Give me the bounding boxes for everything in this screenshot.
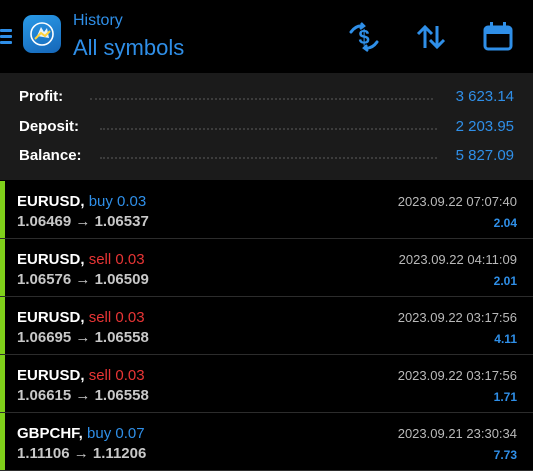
app-logo-mark-icon <box>30 22 54 46</box>
sort-button[interactable] <box>413 20 449 54</box>
trade-prices: 1.06695 → 1.06558 <box>17 329 149 346</box>
summary-value: 5 827.09 <box>455 147 514 164</box>
svg-text:$: $ <box>358 27 369 49</box>
trade-direction: sell <box>88 367 112 384</box>
trade-header: GBPCHF, buy 0.07 <box>17 425 145 442</box>
summary-row-profit: Profit: 3 623.14 <box>0 85 533 109</box>
trade-symbol: EURUSD, <box>17 193 85 210</box>
trade-direction: buy <box>87 425 112 442</box>
app-logo <box>23 15 61 53</box>
trade-profit: 2.04 <box>493 216 517 230</box>
trade-volume: 0.03 <box>115 309 145 326</box>
profit-indicator-bar <box>0 181 5 238</box>
dotted-leader <box>90 98 433 100</box>
arrow-icon: → <box>75 213 91 230</box>
trade-row[interactable]: GBPCHF, buy 0.07 1.11106 → 1.11206 2023.… <box>0 413 533 471</box>
trade-header: EURUSD, sell 0.03 <box>17 251 145 268</box>
close-price: 1.06537 <box>94 213 149 230</box>
trade-profit: 7.73 <box>493 448 517 462</box>
open-price: 1.06615 <box>17 387 72 404</box>
trade-volume: 0.03 <box>115 367 145 384</box>
trade-symbol: EURUSD, <box>17 251 85 268</box>
calendar-icon <box>483 22 513 51</box>
trade-prices: 1.06615 → 1.06558 <box>17 387 149 404</box>
trade-row[interactable]: EURUSD, sell 0.03 1.06615 → 1.06558 2023… <box>0 355 533 413</box>
summary-row-deposit: Deposit: 2 203.95 <box>0 115 533 139</box>
summary-row-balance: Balance: 5 827.09 <box>0 144 533 168</box>
close-price: 1.06558 <box>94 329 149 346</box>
trade-header: EURUSD, sell 0.03 <box>17 309 145 326</box>
profit-indicator-bar <box>0 239 5 296</box>
trade-header: EURUSD, sell 0.03 <box>17 367 145 384</box>
close-price: 1.06558 <box>94 387 149 404</box>
currency-filter-icon: $ <box>349 22 379 52</box>
arrow-icon: → <box>75 271 91 288</box>
open-price: 1.06695 <box>17 329 72 346</box>
trade-volume: 0.07 <box>115 425 145 442</box>
open-price: 1.06469 <box>17 213 72 230</box>
summary-panel: Profit: 3 623.14 Deposit: 2 203.95 Balan… <box>0 73 533 180</box>
summary-value: 2 203.95 <box>455 118 514 135</box>
trade-symbol: EURUSD, <box>17 367 85 384</box>
open-price: 1.06576 <box>17 271 72 288</box>
trade-row[interactable]: EURUSD, sell 0.03 1.06695 → 1.06558 2023… <box>0 297 533 355</box>
trade-volume: 0.03 <box>117 193 147 210</box>
close-price: 1.06509 <box>94 271 149 288</box>
arrow-icon: → <box>75 329 91 346</box>
trade-volume: 0.03 <box>115 251 145 268</box>
sort-icon <box>416 24 446 50</box>
trade-direction: sell <box>88 251 112 268</box>
profit-indicator-bar <box>0 297 5 354</box>
summary-label: Profit: <box>19 88 64 105</box>
trade-profit: 2.01 <box>493 274 517 288</box>
trade-time: 2023.09.22 04:11:09 <box>398 252 517 267</box>
currency-filter-button[interactable]: $ <box>346 20 382 54</box>
summary-value: 3 623.14 <box>455 88 514 105</box>
calendar-button[interactable] <box>480 20 516 54</box>
trade-time: 2023.09.22 03:17:56 <box>397 368 517 383</box>
trade-row[interactable]: EURUSD, buy 0.03 1.06469 → 1.06537 2023.… <box>0 181 533 239</box>
trade-time: 2023.09.22 03:17:56 <box>397 310 517 325</box>
trade-profit: 1.71 <box>493 390 517 404</box>
trade-direction: sell <box>88 309 112 326</box>
app-header: History All symbols $ <box>0 0 533 73</box>
profit-indicator-bar <box>0 355 5 412</box>
trade-prices: 1.06469 → 1.06537 <box>17 213 149 230</box>
trade-profit: 4.11 <box>494 332 517 346</box>
summary-label: Deposit: <box>19 118 79 135</box>
header-subtitle: History <box>73 12 123 29</box>
dotted-leader <box>100 128 437 130</box>
summary-label: Balance: <box>19 147 82 164</box>
profit-indicator-bar <box>0 413 5 470</box>
trade-row[interactable]: EURUSD, sell 0.03 1.06576 → 1.06509 2023… <box>0 239 533 297</box>
arrow-icon: → <box>75 387 91 404</box>
trade-direction: buy <box>88 193 113 210</box>
trade-prices: 1.06576 → 1.06509 <box>17 271 149 288</box>
dotted-leader <box>100 157 437 159</box>
trade-header: EURUSD, buy 0.03 <box>17 193 146 210</box>
trade-list: EURUSD, buy 0.03 1.06469 → 1.06537 2023.… <box>0 181 533 471</box>
header-title[interactable]: All symbols <box>73 35 184 61</box>
menu-icon[interactable] <box>0 27 13 45</box>
trade-symbol: GBPCHF, <box>17 425 83 442</box>
trade-time: 2023.09.22 07:07:40 <box>397 194 517 209</box>
trade-symbol: EURUSD, <box>17 309 85 326</box>
trade-time: 2023.09.21 23:30:34 <box>397 426 517 441</box>
